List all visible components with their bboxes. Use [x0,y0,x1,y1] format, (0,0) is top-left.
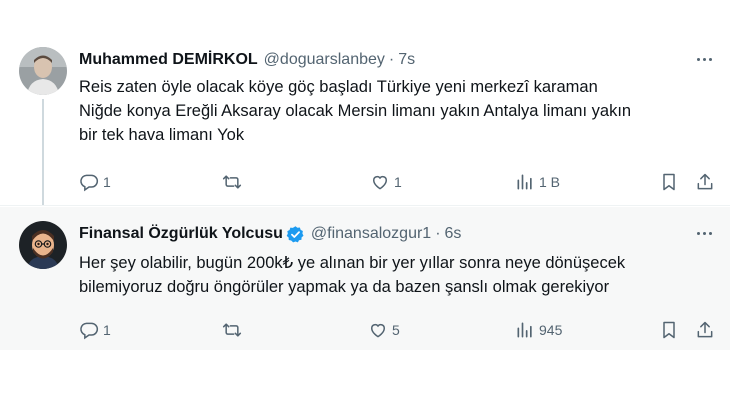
separator-dot: · [388,51,395,68]
tweet-text: Reis zaten öyle olacak köye göç başladı … [79,75,719,147]
thread-line [42,99,44,205]
reply-icon [80,322,99,340]
views-button[interactable]: 1 B [515,170,560,194]
bookmark-button[interactable] [659,318,679,342]
reply-count: 1 [103,174,111,190]
tweet-text: Her şey olabilir, bugün 200k₺ ye alınan … [79,251,719,299]
tweet-text-line: Her şey olabilir, bugün 200k₺ ye alınan … [79,254,626,272]
views-icon [517,174,532,190]
share-icon [697,173,713,190]
more-options-button[interactable] [692,221,716,245]
tweet-text-line: Niğde konya Ereğli Aksaray olacak Mersin… [79,102,632,120]
separator-dot: · [435,225,441,242]
retweet-icon [222,175,242,189]
tweet-text-line: bir tek hava limanı Yok [79,126,245,144]
tweet-1[interactable]: Muhammed DEMİRKOL @doguarslanbey · 7s Re… [0,33,730,205]
views-icon [517,322,532,338]
like-count: 1 [394,174,402,190]
bookmark-button[interactable] [659,170,679,194]
views-button[interactable]: 945 [515,318,562,342]
action-bar: 1 1 1 B [79,170,719,194]
like-button[interactable]: 5 [368,318,400,342]
avatar-photo [19,47,67,95]
timestamp[interactable]: 6s [445,225,462,243]
views-count: 945 [539,322,563,338]
retweet-button[interactable] [222,318,246,342]
reply-count: 1 [103,322,111,338]
retweet-button[interactable] [222,170,246,194]
avatar[interactable] [19,221,67,269]
bookmark-icon [663,321,675,339]
action-bar: 1 5 945 [79,318,719,342]
retweet-icon [222,323,242,337]
reply-button[interactable]: 1 [79,318,111,342]
share-icon [697,321,713,338]
tweet-header: Muhammed DEMİRKOL @doguarslanbey · 7s [79,49,415,71]
like-icon [371,323,385,338]
views-count: 1 B [539,174,561,190]
timestamp[interactable]: 7s [398,51,415,69]
tweet-header: Finansal Özgürlük Yolcusu @finansalozgur… [79,223,461,245]
more-icon [696,231,700,235]
bookmark-icon [663,173,675,191]
tweet-divider [0,205,730,206]
user-name[interactable]: Muhammed DEMİRKOL [79,51,258,69]
reply-button[interactable]: 1 [79,170,111,194]
like-icon [373,175,387,190]
share-button[interactable] [695,318,715,342]
more-options-button[interactable] [692,47,716,71]
avatar-memoji [19,221,67,269]
like-count: 5 [392,322,400,338]
more-icon [696,57,700,61]
like-button[interactable]: 1 [370,170,402,194]
tweet-text-line: bilemiyoruz doğru öngörüler yapmak ya da… [79,278,610,296]
share-button[interactable] [695,170,715,194]
avatar[interactable] [19,47,67,95]
tweet-2[interactable]: Finansal Özgürlük Yolcusu @finansalozgur… [0,207,730,350]
user-name[interactable]: Finansal Özgürlük Yolcusu [79,225,283,243]
user-handle[interactable]: @finansalozgur1 [311,225,431,243]
verified-badge-icon [286,225,305,244]
tweet-text-line: Reis zaten öyle olacak köye göç başladı … [79,78,598,96]
reply-icon [80,174,99,192]
user-handle[interactable]: @doguarslanbey [264,51,385,69]
